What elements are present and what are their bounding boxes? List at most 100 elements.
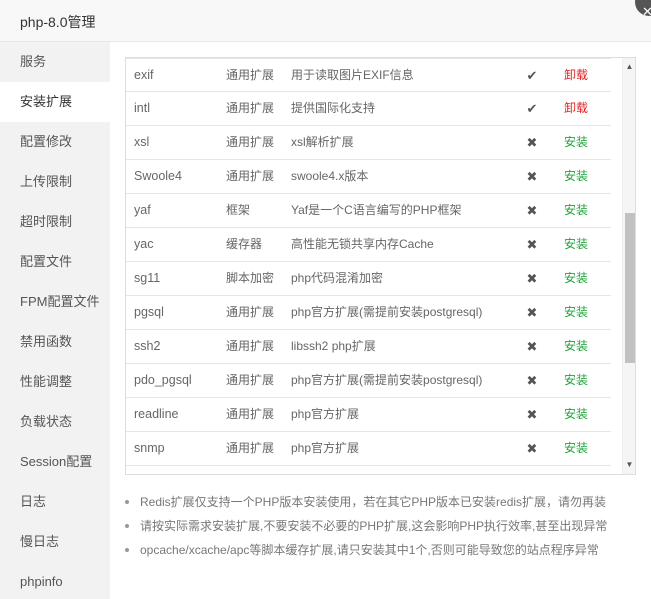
extension-description: 提供国际化支持 — [291, 101, 376, 115]
extension-description: php官方扩展 — [291, 407, 360, 421]
main-panel: exif 通用扩展 用于读取图片EXIF信息 ✔ 卸载 intl 通用扩展 提供… — [110, 42, 651, 599]
sidebar-item-performance-tuning[interactable]: 性能调整 — [0, 362, 110, 402]
table-row: Swoole4 通用扩展 swoole4.x版本 ✖ 安装 — [126, 160, 611, 194]
scroll-up-icon[interactable]: ▲ — [623, 60, 635, 74]
extension-type: 框架 — [226, 203, 251, 217]
table-row: exif 通用扩展 用于读取图片EXIF信息 ✔ 卸载 — [126, 58, 611, 92]
sidebar-item-session-config[interactable]: Session配置 — [0, 442, 110, 482]
table-row: snmp 通用扩展 php官方扩展 ✖ 安装 — [126, 432, 611, 466]
check-icon: ✔ — [526, 101, 538, 116]
install-button[interactable]: 安装 — [564, 126, 588, 159]
title-bar: php-8.0管理 — [0, 0, 651, 42]
extension-description: swoole4.x版本 — [291, 169, 369, 183]
extension-name: intl — [134, 101, 150, 115]
cross-icon: ✖ — [526, 373, 538, 388]
extension-name: sg11 — [134, 271, 161, 285]
sidebar-item-config-file[interactable]: 配置文件 — [0, 242, 110, 282]
sidebar-item-slow-log[interactable]: 慢日志 — [0, 522, 110, 562]
cross-icon: ✖ — [526, 441, 538, 456]
table-scrollbar[interactable]: ▲ ▼ — [622, 58, 635, 474]
extension-name: ssh2 — [134, 339, 161, 353]
uninstall-button[interactable]: 卸载 — [564, 59, 588, 92]
extension-type: 通用扩展 — [226, 305, 275, 319]
extension-type: 通用扩展 — [226, 339, 275, 353]
table-row: ssh2 通用扩展 libssh2 php扩展 ✖ 安装 — [126, 330, 611, 364]
extension-name: pdo_pgsql — [134, 373, 192, 387]
table-row: pdo_pgsql 通用扩展 php官方扩展(需提前安装postgresql) … — [126, 364, 611, 398]
extension-type: 通用扩展 — [226, 169, 275, 183]
uninstall-button[interactable]: 卸载 — [564, 92, 588, 125]
extension-description: libssh2 php扩展 — [291, 339, 376, 353]
extension-type: 通用扩展 — [226, 407, 275, 421]
install-button[interactable]: 安装 — [564, 364, 588, 397]
table-row: yac 缓存器 高性能无锁共享内存Cache ✖ 安装 — [126, 228, 611, 262]
extension-name: yaf — [134, 203, 151, 217]
install-button[interactable]: 安装 — [564, 194, 588, 227]
sidebar: 服务 安装扩展 配置修改 上传限制 超时限制 配置文件 FPM配置文件 禁用函数… — [0, 42, 110, 599]
tip-item: opcache/xcache/apc等脚本缓存扩展,请只安装其中1个,否则可能导… — [123, 538, 628, 562]
extension-type: 通用扩展 — [226, 441, 275, 455]
tips-list: Redis扩展仅支持一个PHP版本安装使用，若在其它PHP版本已安装redis扩… — [123, 490, 628, 562]
tip-item: 请按实际需求安装扩展,不要安装不必要的PHP扩展,这会影响PHP执行效率,甚至出… — [123, 514, 628, 538]
check-icon: ✔ — [526, 68, 538, 83]
extension-name: exif — [134, 68, 154, 82]
extension-description: php代码混淆加密 — [291, 271, 384, 285]
extension-description: php官方扩展(需提前安装postgresql) — [291, 305, 483, 319]
sidebar-item-config-edit[interactable]: 配置修改 — [0, 122, 110, 162]
extension-description: php官方扩展 — [291, 441, 360, 455]
extension-description: php官方扩展(需提前安装postgresql) — [291, 373, 483, 387]
extension-type: 通用扩展 — [226, 373, 275, 387]
cross-icon: ✖ — [526, 237, 538, 252]
extension-type: 通用扩展 — [226, 68, 275, 82]
install-button[interactable]: 安装 — [564, 160, 588, 193]
sidebar-item-phpinfo[interactable]: phpinfo — [0, 562, 110, 599]
close-icon: ✕ — [642, 4, 651, 19]
cross-icon: ✖ — [526, 203, 538, 218]
cross-icon: ✖ — [526, 305, 538, 320]
table-row: sg11 脚本加密 php代码混淆加密 ✖ 安装 — [126, 262, 611, 296]
extension-name: xsl — [134, 135, 150, 149]
scroll-down-icon[interactable]: ▼ — [623, 458, 635, 472]
install-button[interactable]: 安装 — [564, 296, 588, 329]
extension-type: 脚本加密 — [226, 271, 275, 285]
extension-description: 用于读取图片EXIF信息 — [291, 68, 414, 82]
extension-name: snmp — [134, 441, 165, 455]
cross-icon: ✖ — [526, 339, 538, 354]
cross-icon: ✖ — [526, 135, 538, 150]
extension-type: 通用扩展 — [226, 101, 275, 115]
cross-icon: ✖ — [526, 169, 538, 184]
sidebar-item-service[interactable]: 服务 — [0, 42, 110, 82]
extension-name: Swoole4 — [134, 169, 182, 183]
install-button[interactable]: 安装 — [564, 330, 588, 363]
install-button[interactable]: 安装 — [564, 398, 588, 431]
extension-name: readline — [134, 407, 179, 421]
extension-description: 高性能无锁共享内存Cache — [291, 237, 434, 251]
sidebar-item-upload-limit[interactable]: 上传限制 — [0, 162, 110, 202]
tip-item: Redis扩展仅支持一个PHP版本安装使用，若在其它PHP版本已安装redis扩… — [123, 490, 628, 514]
window-title: php-8.0管理 — [20, 14, 96, 30]
sidebar-item-load-status[interactable]: 负载状态 — [0, 402, 110, 442]
install-button[interactable]: 安装 — [564, 432, 588, 465]
sidebar-item-install-extensions[interactable]: 安装扩展 — [0, 82, 110, 122]
extension-type: 通用扩展 — [226, 135, 275, 149]
table-row: readline 通用扩展 php官方扩展 ✖ 安装 — [126, 398, 611, 432]
table-row: yaf 框架 Yaf是一个C语言编写的PHP框架 ✖ 安装 — [126, 194, 611, 228]
extensions-table: exif 通用扩展 用于读取图片EXIF信息 ✔ 卸载 intl 通用扩展 提供… — [125, 57, 636, 475]
install-button[interactable]: 安装 — [564, 228, 588, 261]
sidebar-item-timeout-limit[interactable]: 超时限制 — [0, 202, 110, 242]
sidebar-item-disabled-functions[interactable]: 禁用函数 — [0, 322, 110, 362]
install-button[interactable]: 安装 — [564, 262, 588, 295]
sidebar-item-log[interactable]: 日志 — [0, 482, 110, 522]
table-row: xsl 通用扩展 xsl解析扩展 ✖ 安装 — [126, 126, 611, 160]
extension-description: Yaf是一个C语言编写的PHP框架 — [291, 203, 462, 217]
table-row: intl 通用扩展 提供国际化支持 ✔ 卸载 — [126, 92, 611, 126]
extension-name: pgsql — [134, 305, 164, 319]
sidebar-item-fpm-config-file[interactable]: FPM配置文件 — [0, 282, 110, 322]
cross-icon: ✖ — [526, 407, 538, 422]
cross-icon: ✖ — [526, 271, 538, 286]
extension-name: yac — [134, 237, 154, 251]
extension-description: xsl解析扩展 — [291, 135, 354, 149]
table-row: pgsql 通用扩展 php官方扩展(需提前安装postgresql) ✖ 安装 — [126, 296, 611, 330]
extension-type: 缓存器 — [226, 237, 263, 251]
scrollbar-thumb[interactable] — [625, 213, 635, 363]
